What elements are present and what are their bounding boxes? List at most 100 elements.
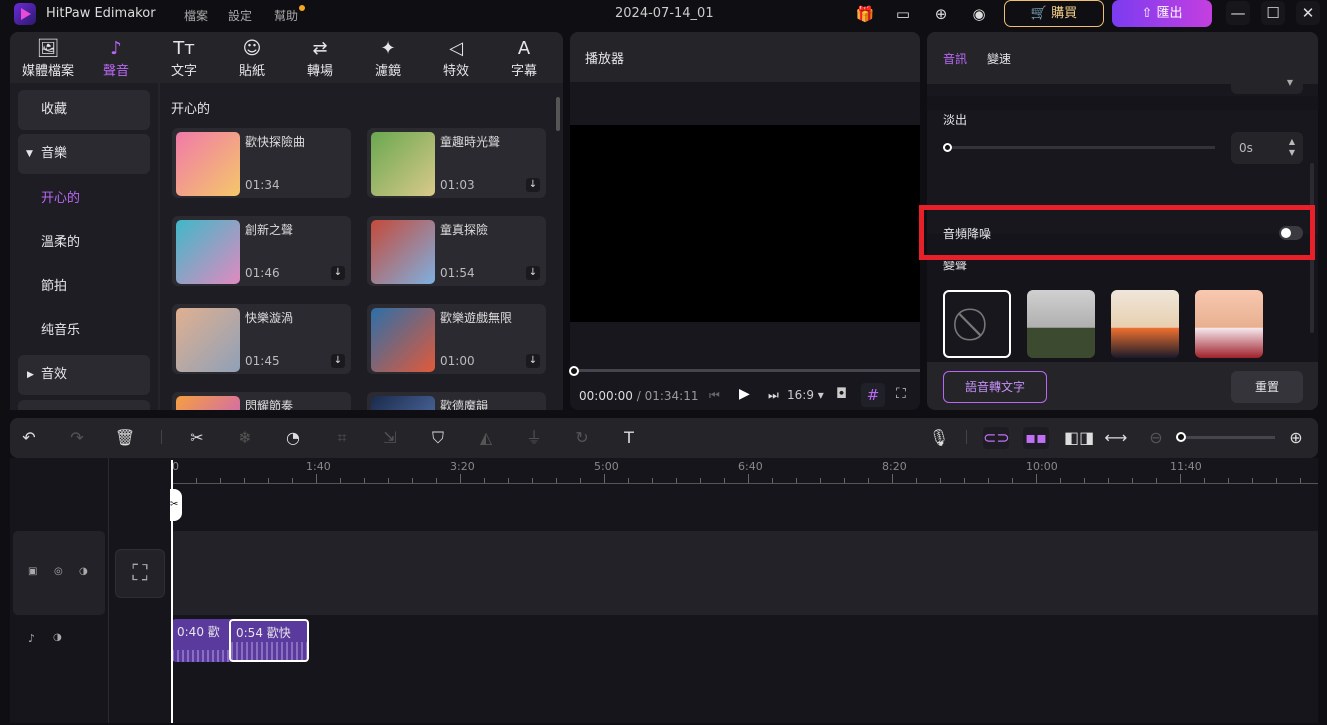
fit-timeline-icon[interactable]: ⟷ [1104,427,1128,449]
fade-out-slider[interactable] [948,146,1215,149]
speed-icon[interactable]: ◔ [282,427,304,449]
speaker-icon[interactable]: ◑ [79,566,88,577]
list-scrollbar[interactable] [556,97,560,131]
freeze-icon[interactable]: ❄ [234,427,256,449]
download-icon[interactable]: ↓ [526,266,540,280]
speech-to-text-button[interactable]: 語音轉文字 [943,371,1047,403]
reset-button[interactable]: 重置 [1231,371,1303,403]
music-card[interactable]: 閃耀節奏 [172,392,351,410]
music-card[interactable]: 歡德魔韻 [367,392,546,410]
zoom-slider[interactable] [1182,436,1275,439]
fade-out-handle[interactable] [943,143,952,152]
ruler-tick [940,478,941,483]
ruler[interactable] [172,483,1318,484]
reverse-icon[interactable]: ↻ [571,427,593,449]
music-card[interactable]: 歡快探險曲 01:34 [172,128,351,198]
crop-icon[interactable]: ⌗ [331,427,353,449]
zoom-in-icon[interactable]: ⊕ [1285,427,1307,449]
zoom-handle[interactable] [1176,432,1186,442]
sidebar-item[interactable]: ▶ 音效 [18,355,150,395]
media-tab-5[interactable]: ✦ 濾鏡 [358,38,418,79]
minimize-button[interactable]: — [1226,1,1250,25]
denoise-toggle[interactable] [1279,226,1303,240]
video-track[interactable] [172,531,1318,615]
grid-icon[interactable]: # [861,383,885,407]
voice-man-option[interactable] [1027,290,1095,358]
export-button[interactable]: ⇧ 匯出 [1112,0,1212,27]
playhead-scissors-icon[interactable]: ✂ [170,489,182,521]
sidebar-item[interactable]: 溫柔的 [18,223,150,263]
snapshot-icon[interactable]: ◘ [836,386,847,402]
voice-none-option[interactable]: ⃠ [943,290,1011,358]
aspect-ratio-select[interactable]: 16:9 ▾ [787,388,824,402]
resize-icon[interactable]: ⇲ [379,427,401,449]
gift-icon[interactable]: 🎁 [854,3,876,25]
menu-help[interactable]: 幫助 [274,7,298,24]
media-tab-1[interactable]: ♪ 聲音 [86,38,146,79]
snap-icon[interactable]: ▪▪ [1023,427,1049,449]
audio-clip[interactable]: 0:40 歡 [172,619,231,662]
stepper-arrows-icon[interactable]: ▲ ▼ [1289,136,1295,158]
player-progress[interactable] [574,369,920,372]
app-title: HitPaw Edimakor [46,6,156,21]
account-icon[interactable]: ◉ [968,3,990,25]
media-tab-3[interactable]: ☺ 貼紙 [222,38,282,79]
buy-button[interactable]: 🛒 購買 [1004,0,1104,27]
audio-clip-selected[interactable]: 0:54 歡快 [229,619,309,662]
link-icon[interactable]: ⊂⊃ [983,427,1010,449]
mirror-icon[interactable]: ◭ [475,427,497,449]
music-card[interactable]: 童趣時光聲 01:03 ↓ [367,128,546,198]
menu-file[interactable]: 檔案 [184,7,208,24]
voice-girl-option[interactable] [1195,290,1263,358]
media-tab-2[interactable]: Tт 文字 [154,38,214,79]
tab-audio[interactable]: 音訊 [943,50,967,67]
media-tab-7[interactable]: A 字幕 [494,38,554,79]
sidebar-item[interactable]: 收藏 [18,90,150,130]
download-icon[interactable]: ⊕ [930,3,952,25]
media-tab-6[interactable]: ◁ 特效 [426,38,486,79]
film-icon[interactable]: ▣ [28,566,37,577]
play-icon[interactable]: ▶ [739,386,750,402]
fade-out-stepper[interactable]: 0s ▲ ▼ [1231,132,1303,164]
sidebar-item[interactable]: 开心的 [18,179,150,219]
delete-icon[interactable]: 🗑 [114,427,136,449]
voice-woman-option[interactable] [1111,290,1179,358]
video-preview[interactable] [570,125,920,322]
feedback-icon[interactable]: ▭ [892,3,914,25]
add-text-icon[interactable]: T [618,427,640,449]
menu-settings[interactable]: 設定 [228,7,252,24]
download-icon[interactable]: ↓ [526,354,540,368]
sidebar-item[interactable]: ▼ 音樂 [18,134,150,174]
progress-handle[interactable] [569,366,579,376]
redo-icon[interactable]: ↷ [66,427,88,449]
zoom-out-icon[interactable]: ⊖ [1145,427,1167,449]
music-card[interactable]: 童真探險 01:54 ↓ [367,216,546,286]
sidebar-item[interactable]: 纯音乐 [18,311,150,351]
maximize-button[interactable]: ☐ [1261,1,1285,25]
media-tab-4[interactable]: ⇄ 轉場 [290,38,350,79]
tab-speed[interactable]: 變速 [987,50,1011,67]
download-icon[interactable]: ↓ [331,266,345,280]
split-icon[interactable]: ✂ [186,427,208,449]
close-button[interactable]: ✕ [1296,1,1320,25]
split-track-icon[interactable]: ◧◨ [1064,427,1094,449]
track-speaker-icon[interactable]: ◑ [53,632,62,643]
tab-icon: 🖼 [36,38,60,59]
marker-icon[interactable]: ⛉ [427,427,449,449]
next-frame-icon[interactable]: ⏭ [768,388,779,403]
music-card[interactable]: 歡樂遊戲無限 01:00 ↓ [367,304,546,374]
eye-icon[interactable]: ◎ [54,566,63,577]
prev-frame-icon[interactable]: ⏮ [709,388,720,403]
sidebar-item[interactable]: 節拍 [18,267,150,307]
media-tab-0[interactable]: 🖼 媒體檔案 [18,38,78,79]
fade-in-stepper[interactable]: ▼ [1231,78,1303,94]
undo-icon[interactable]: ↶ [18,427,40,449]
download-icon[interactable]: ↓ [331,354,345,368]
download-icon[interactable]: ↓ [526,178,540,192]
fullscreen-icon[interactable]: ⛶ [896,386,906,402]
microphone-icon[interactable]: 🎙 [928,427,950,449]
add-media-icon[interactable]: ⛶ [115,549,165,598]
music-card[interactable]: 快樂漩渦 01:45 ↓ [172,304,351,374]
music-card[interactable]: 創新之聲 01:46 ↓ [172,216,351,286]
flip-icon[interactable]: ⏚ [523,427,545,449]
